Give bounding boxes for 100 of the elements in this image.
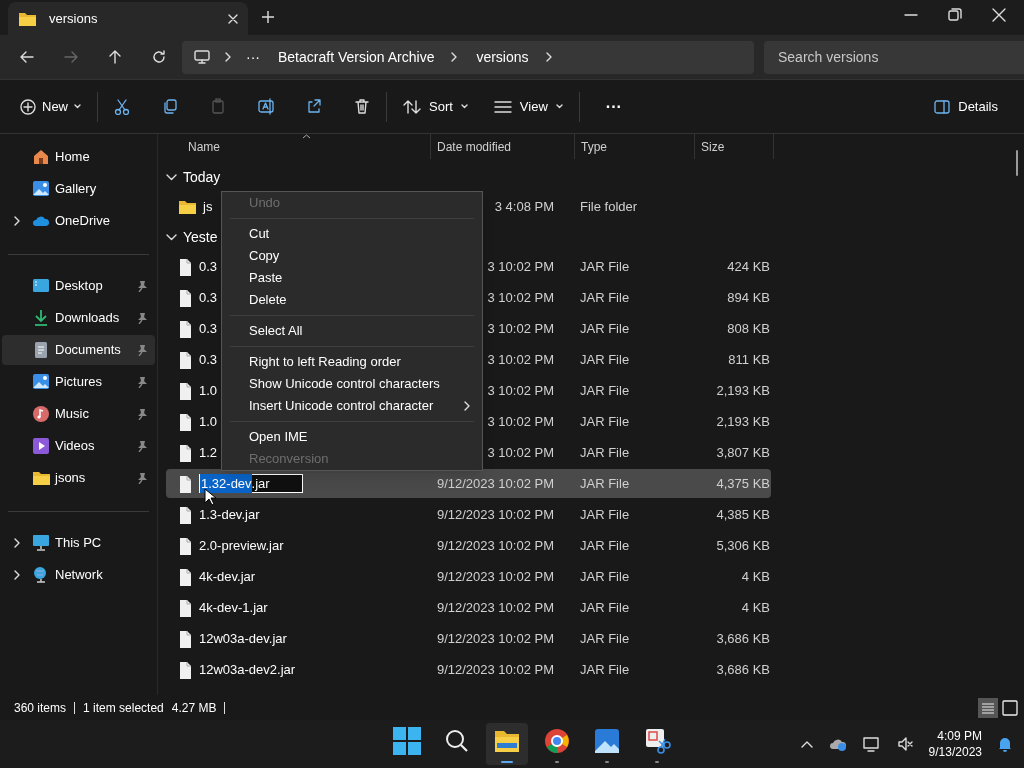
list-icon: [493, 100, 512, 113]
plus-icon[interactable]: [262, 11, 274, 23]
size-cell: 3,686 KB: [716, 661, 770, 677]
speaker-muted-icon[interactable]: [896, 736, 913, 752]
sidebar-item[interactable]: Music: [2, 399, 155, 429]
file-icon: [178, 288, 193, 307]
details-view-icon[interactable]: [978, 697, 998, 718]
column-header[interactable]: Name: [158, 134, 430, 159]
pin-icon[interactable]: [137, 344, 147, 356]
pin-icon[interactable]: [137, 408, 147, 420]
sidebar-item[interactable]: Desktop: [2, 271, 155, 301]
folder-icon: [18, 10, 37, 27]
size-cell: 5,306 KB: [716, 537, 770, 553]
chevron-up-icon[interactable]: [800, 740, 813, 748]
chevron-right-icon: [464, 401, 470, 411]
file-icon: [178, 350, 193, 369]
sort-up-icon: [302, 134, 311, 139]
date-cell: 3 10:02 PM: [487, 289, 554, 305]
file-icon: [178, 598, 193, 617]
details-button[interactable]: Details: [934, 96, 998, 117]
refresh-icon[interactable]: [152, 50, 166, 64]
pin-icon[interactable]: [137, 472, 147, 484]
sidebar-item[interactable]: Network: [2, 560, 155, 590]
size-cell: 4,385 KB: [716, 506, 770, 522]
sidebar-item[interactable]: Gallery: [2, 174, 155, 204]
breadcrumb[interactable]: versions: [476, 46, 529, 68]
computer-icon: [194, 50, 210, 64]
menu-item[interactable]: Show Unicode control characters: [222, 373, 482, 395]
date-cell: 3 10:02 PM: [487, 382, 554, 398]
menu-item[interactable]: Cut: [222, 223, 482, 245]
selection-info: 1 item selected: [83, 699, 164, 717]
chevron-down-icon[interactable]: [166, 234, 177, 241]
menu-item[interactable]: Delete: [222, 289, 482, 311]
scissors-icon[interactable]: [114, 98, 130, 115]
close-icon[interactable]: [228, 13, 238, 24]
new-button[interactable]: New: [20, 90, 81, 123]
size-cell: 808 KB: [727, 320, 770, 336]
size-cell: 4 KB: [741, 568, 770, 584]
file-icon: [178, 443, 193, 462]
sort-button[interactable]: Sort: [403, 96, 468, 117]
view-button[interactable]: View: [493, 96, 563, 117]
column-header[interactable]: Type: [574, 134, 694, 159]
column-header[interactable]: Size: [694, 134, 774, 159]
date-cell: 9/12/2023 10:02 PM: [436, 568, 554, 584]
file-icon: [178, 660, 193, 679]
menu-item[interactable]: Insert Unicode control character: [222, 395, 482, 417]
more-button[interactable]: ···: [605, 94, 622, 119]
sidebar-item[interactable]: Documents: [2, 335, 155, 365]
pin-icon[interactable]: [137, 280, 147, 292]
file-icon: [178, 505, 193, 524]
date-cell: 3 10:02 PM: [487, 258, 554, 274]
up-icon[interactable]: [108, 50, 122, 64]
date-cell: 3 10:02 PM: [487, 413, 554, 429]
bell-icon[interactable]: [998, 736, 1012, 752]
group-header[interactable]: Today: [183, 167, 221, 188]
menu-item[interactable]: Paste: [222, 267, 482, 289]
size-cell: 4 KB: [741, 599, 770, 615]
menu-item[interactable]: Select All: [222, 320, 482, 342]
delete-icon[interactable]: [354, 98, 370, 115]
chevron-down-icon[interactable]: [166, 174, 177, 181]
cloud-icon[interactable]: [828, 737, 847, 751]
desktop-icon: [32, 277, 50, 295]
type-cell: JAR File: [580, 599, 630, 615]
pin-icon[interactable]: [137, 440, 147, 452]
address-bar[interactable]: ··· Betacraft Version Archive versions: [182, 40, 754, 74]
pin-icon[interactable]: [137, 312, 147, 324]
copy-icon[interactable]: [162, 98, 178, 115]
search-field[interactable]: Search versions: [764, 40, 1024, 74]
menu-item[interactable]: Copy: [222, 245, 482, 267]
type-cell: JAR File: [580, 382, 630, 398]
menu-item[interactable]: Open IME: [222, 426, 482, 448]
sidebar-item[interactable]: Videos: [2, 431, 155, 461]
share-icon[interactable]: [306, 98, 322, 115]
sidebar-item[interactable]: This PC: [2, 528, 155, 558]
menu-item[interactable]: Right to left Reading order: [222, 351, 482, 373]
monitor-icon[interactable]: [862, 736, 881, 752]
chevron-right-icon[interactable]: [14, 538, 20, 548]
close-icon[interactable]: [992, 8, 1006, 22]
chevron-right-icon[interactable]: [14, 570, 20, 580]
sidebar-item[interactable]: Pictures: [2, 367, 155, 397]
sidebar-item[interactable]: OneDrive: [2, 206, 155, 236]
details-pane-icon: [934, 99, 951, 114]
date-cell: 9/12/2023 10:02 PM: [436, 475, 554, 491]
pin-icon[interactable]: [137, 376, 147, 388]
group-header[interactable]: Yeste: [183, 227, 218, 248]
file-name: 0.3: [199, 350, 218, 369]
tiles-view-icon[interactable]: [1000, 697, 1020, 718]
column-header[interactable]: Date modified: [430, 134, 574, 159]
tab[interactable]: versions: [8, 2, 248, 35]
overflow-button[interactable]: ···: [246, 46, 260, 68]
breadcrumb[interactable]: Betacraft Version Archive: [278, 46, 435, 68]
sidebar-item[interactable]: Home: [2, 142, 155, 172]
rename-icon[interactable]: [258, 98, 274, 115]
scrollbar-thumb[interactable]: [1016, 150, 1018, 176]
sidebar-item[interactable]: jsons: [2, 463, 155, 493]
back-icon[interactable]: [20, 50, 34, 64]
sidebar-item[interactable]: Downloads: [2, 303, 155, 333]
chevron-right-icon[interactable]: [14, 216, 20, 226]
restore-icon[interactable]: [948, 8, 962, 22]
file-icon: [178, 536, 193, 555]
